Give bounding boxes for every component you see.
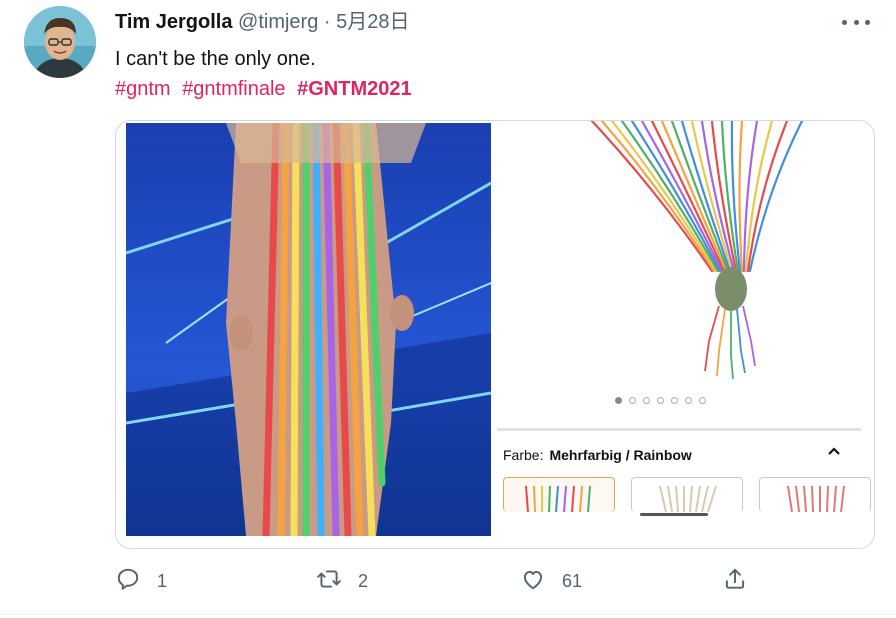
action-bar: 1 2 61 — [0, 566, 896, 598]
color-swatch[interactable] — [631, 477, 743, 512]
retweet-count: 2 — [358, 571, 369, 591]
product-screenshot[interactable]: Farbe: Mehrfarbig / Rainbow — [497, 121, 874, 548]
like-icon — [520, 566, 546, 597]
retweet-icon — [316, 566, 342, 597]
carousel-dot[interactable] — [643, 397, 650, 404]
tweet-header: Tim Jergolla @timjerg · 5月28日 — [115, 10, 410, 34]
color-label: Farbe: — [503, 447, 544, 463]
color-selector-label: Farbe: Mehrfarbig / Rainbow — [503, 447, 692, 463]
color-value: Mehrfarbig / Rainbow — [549, 447, 692, 463]
reply-count: 1 — [157, 571, 168, 591]
like-button[interactable]: 61 — [520, 566, 582, 597]
chevron-up-icon[interactable] — [827, 443, 841, 459]
hashtag-line: #gntm #gntmfinale #GNTM2021 — [115, 76, 418, 102]
hashtag-link[interactable]: #gntm — [115, 78, 171, 100]
carousel-dot[interactable] — [685, 397, 692, 404]
tweet-date[interactable]: 5月28日 — [336, 11, 409, 33]
avatar[interactable] — [24, 6, 96, 78]
retweet-button[interactable]: 2 — [316, 566, 368, 597]
hashtag-link[interactable]: #gntmfinale — [182, 78, 285, 100]
carousel-dot[interactable] — [699, 397, 706, 404]
tweet: Tim Jergolla @timjerg · 5月28日 I can't be… — [0, 0, 896, 618]
home-indicator — [640, 513, 708, 516]
media-container[interactable]: Farbe: Mehrfarbig / Rainbow — [115, 120, 875, 549]
share-icon — [722, 566, 748, 597]
carousel-dots[interactable] — [615, 397, 706, 404]
carousel-dot[interactable] — [671, 397, 678, 404]
divider — [497, 428, 861, 431]
color-swatch-selected[interactable] — [503, 477, 615, 512]
divider — [0, 614, 896, 615]
separator-dot: · — [323, 11, 331, 33]
carousel-dot[interactable] — [657, 397, 664, 404]
tweet-text: I can't be the only one. — [115, 48, 316, 70]
author-name[interactable]: Tim Jergolla — [115, 11, 232, 33]
color-swatch[interactable] — [759, 477, 871, 512]
like-count: 61 — [562, 571, 583, 591]
carousel-dot[interactable] — [629, 397, 636, 404]
reply-icon — [115, 566, 141, 597]
more-icon[interactable] — [842, 14, 870, 30]
share-button[interactable] — [722, 566, 748, 597]
carousel-dot[interactable] — [615, 397, 622, 404]
reply-button[interactable]: 1 — [115, 566, 167, 597]
hashtag-link[interactable]: #GNTM2021 — [297, 78, 412, 100]
author-handle[interactable]: @timjerg — [238, 11, 318, 33]
dress-photo[interactable] — [126, 123, 491, 536]
